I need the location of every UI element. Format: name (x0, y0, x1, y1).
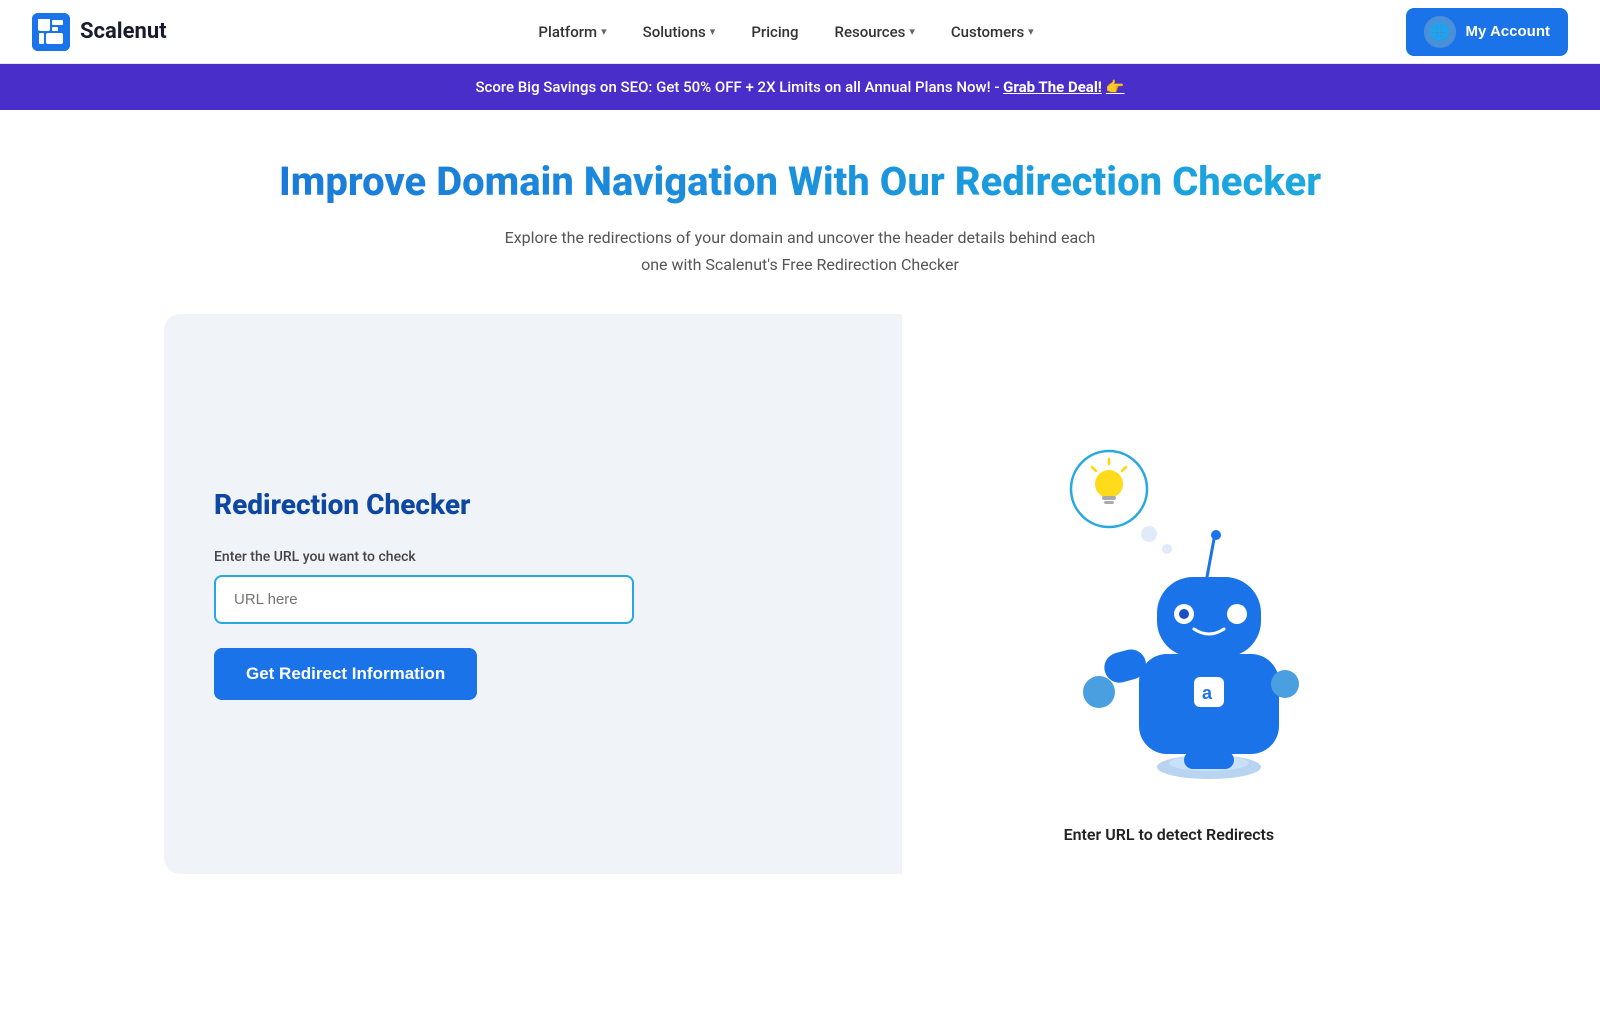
nav-pricing[interactable]: Pricing (737, 15, 812, 49)
svg-text:a: a (1202, 683, 1213, 703)
navbar: Scalenut Platform ▾ Solutions ▾ Pricing … (0, 0, 1600, 64)
nav-platform[interactable]: Platform ▾ (524, 15, 620, 49)
hero-section: Improve Domain Navigation With Our Redir… (0, 110, 1600, 314)
my-account-button[interactable]: 🌐 My Account (1406, 8, 1568, 56)
input-label: Enter the URL you want to check (214, 549, 852, 565)
right-panel: a Enter URL to detect Redirects (902, 314, 1436, 874)
card-area: Redirection Checker Enter the URL you wa… (140, 314, 1460, 874)
avatar: 🌐 (1424, 16, 1456, 48)
robot-caption: Enter URL to detect Redirects (1064, 809, 1275, 844)
promo-cta-link[interactable]: Grab The Deal!👉 (1003, 78, 1124, 96)
left-panel: Redirection Checker Enter the URL you wa… (164, 314, 902, 874)
nav-customers[interactable]: Customers ▾ (937, 15, 1048, 49)
logo[interactable]: Scalenut (32, 13, 167, 51)
get-redirect-button[interactable]: Get Redirect Information (214, 648, 477, 700)
nav-resources[interactable]: Resources ▾ (821, 15, 929, 49)
hero-subtitle: Explore the redirections of your domain … (500, 224, 1100, 278)
chevron-icon: ▾ (1028, 25, 1034, 38)
nav-solutions[interactable]: Solutions ▾ (629, 15, 730, 49)
promo-banner: Score Big Savings on SEO: Get 50% OFF + … (0, 64, 1600, 110)
url-input[interactable] (214, 575, 634, 624)
nav-links: Platform ▾ Solutions ▾ Pricing Resources… (524, 15, 1047, 49)
chevron-icon: ▾ (909, 25, 915, 38)
logo-icon (32, 13, 70, 51)
robot-illustration: a (922, 344, 1416, 809)
chevron-icon: ▾ (601, 25, 607, 38)
card-wrapper: Redirection Checker Enter the URL you wa… (164, 314, 1436, 874)
hero-title: Improve Domain Navigation With Our Redir… (20, 158, 1580, 206)
checker-title: Redirection Checker (214, 488, 852, 521)
logo-text: Scalenut (80, 19, 167, 44)
chevron-icon: ▾ (710, 25, 716, 38)
